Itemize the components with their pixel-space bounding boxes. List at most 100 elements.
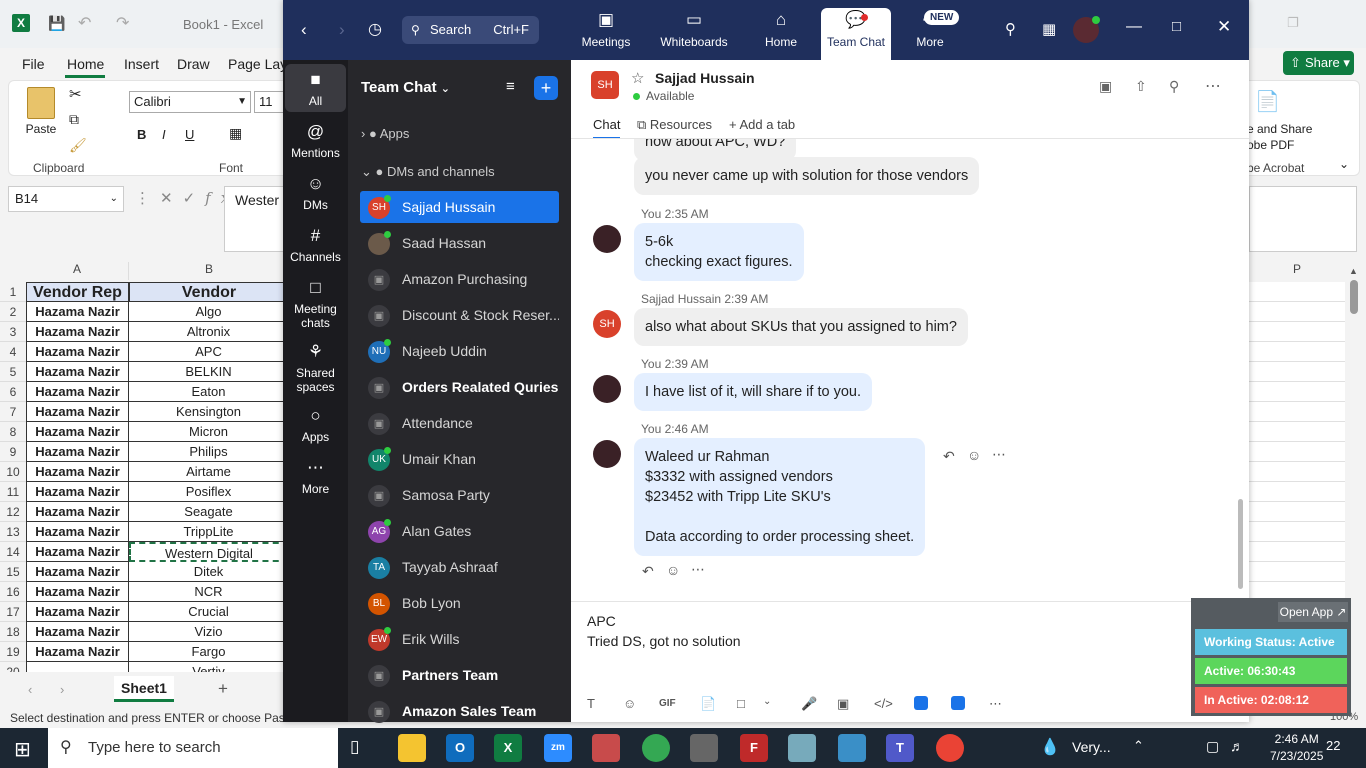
meeting-icon[interactable] bbox=[951, 696, 965, 710]
next-sheet-icon[interactable]: › bbox=[60, 682, 64, 697]
rail-item-apps[interactable]: ○ Apps bbox=[285, 406, 346, 444]
reply-icon[interactable]: ↶ bbox=[943, 448, 955, 465]
name-box[interactable]: B14 ⌄ bbox=[8, 186, 124, 212]
contact-avatar[interactable]: SH bbox=[591, 71, 619, 99]
nav-meetings[interactable]: ▣ Meetings bbox=[567, 8, 645, 60]
cell-vendor-rep[interactable]: Hazama Nazir bbox=[26, 502, 129, 522]
cell-vendor[interactable]: Vizio bbox=[129, 622, 284, 642]
back-icon[interactable]: ‹ bbox=[301, 20, 307, 40]
rail-item-dms[interactable]: ☺ DMs bbox=[285, 174, 346, 212]
windows-start-icon[interactable]: ⊞ bbox=[14, 737, 31, 762]
chat-list-item[interactable]: AG Alan Gates bbox=[360, 515, 559, 547]
row-header[interactable]: 3 bbox=[0, 322, 26, 342]
section-apps[interactable]: › ● Apps bbox=[361, 126, 409, 141]
nav-home[interactable]: ⌂ Home bbox=[742, 8, 820, 60]
paste-button[interactable]: Paste bbox=[23, 87, 59, 136]
menu-draw[interactable]: Draw bbox=[177, 56, 210, 72]
font-name-select[interactable]: Calibri ▼ bbox=[129, 91, 251, 113]
rail-item-mentions[interactable]: @ Mentions bbox=[285, 122, 346, 160]
share-button[interactable]: ⇧ Share ▾ bbox=[1283, 51, 1354, 75]
row-header[interactable]: 13 bbox=[0, 522, 26, 542]
file-explorer-icon[interactable] bbox=[398, 734, 426, 762]
sheet-tab-sheet1[interactable]: Sheet1 bbox=[114, 676, 174, 702]
app-icon[interactable] bbox=[788, 734, 816, 762]
code-icon[interactable]: </> bbox=[874, 696, 893, 711]
select-all-corner[interactable] bbox=[0, 262, 26, 280]
message-bubble[interactable]: you never came up with solution for thos… bbox=[634, 157, 980, 195]
contact-name[interactable]: Sajjad Hussain bbox=[655, 70, 755, 86]
italic-button[interactable]: I bbox=[162, 127, 166, 142]
filezilla-icon[interactable]: F bbox=[740, 734, 768, 762]
ribbon-collapse-icon[interactable]: ⌄ bbox=[1339, 157, 1349, 171]
row-header[interactable]: 1 bbox=[0, 282, 26, 302]
cell-vendor-rep[interactable]: Hazama Nazir bbox=[26, 622, 129, 642]
menu-file[interactable]: File bbox=[22, 56, 45, 72]
file-icon[interactable]: 📄 bbox=[700, 696, 716, 712]
save-icon[interactable]: 💾 bbox=[48, 15, 65, 32]
cell-vendor-rep[interactable]: Hazama Nazir bbox=[26, 562, 129, 582]
cell-vendor[interactable]: Kensington bbox=[129, 402, 284, 422]
chrome-icon[interactable] bbox=[936, 734, 964, 762]
maximize-icon[interactable]: □ bbox=[1172, 18, 1181, 35]
menu-home[interactable]: Home bbox=[67, 56, 104, 72]
cell-vendor[interactable]: Eaton bbox=[129, 382, 284, 402]
share-screen-icon[interactable]: ⇧ bbox=[1135, 78, 1147, 95]
chat-list-item[interactable]: UK Umair Khan bbox=[360, 443, 559, 475]
search-icon[interactable]: ⚲ bbox=[1169, 78, 1179, 95]
section-dms[interactable]: ⌄ ● DMs and channels bbox=[361, 164, 495, 180]
new-chat-button[interactable]: + bbox=[534, 76, 558, 100]
message-composer[interactable]: APC Tried DS, got no solution bbox=[587, 611, 1187, 651]
chrome-icon[interactable] bbox=[642, 734, 670, 762]
notification-count[interactable]: 22 bbox=[1326, 738, 1340, 753]
cell-vendor[interactable]: NCR bbox=[129, 582, 284, 602]
cell-vendor-rep[interactable]: Hazama Nazir bbox=[26, 302, 129, 322]
emoji-reaction-icon[interactable]: ☺ bbox=[666, 562, 680, 578]
chat-list-item[interactable]: NU Najeeb Uddin bbox=[360, 335, 559, 367]
header-cell-vendor-rep[interactable]: Vendor Rep bbox=[26, 282, 129, 302]
cell-vendor-rep[interactable] bbox=[26, 662, 129, 672]
cell-vendor[interactable]: BELKIN bbox=[129, 362, 284, 382]
undo-icon[interactable]: ↶ bbox=[78, 13, 91, 33]
teams-icon[interactable]: T bbox=[886, 734, 914, 762]
chat-list-item[interactable]: ▣ Attendance bbox=[360, 407, 559, 439]
message-bubble[interactable]: Waleed ur Rahman $3332 with assigned ven… bbox=[634, 438, 926, 556]
row-header[interactable]: 9 bbox=[0, 442, 26, 462]
header-cell-vendor[interactable]: Vendor bbox=[129, 282, 284, 302]
rail-item-meeting-chats[interactable]: □ Meeting chats bbox=[285, 278, 346, 330]
chevron-up-icon[interactable]: ⌃ bbox=[1133, 738, 1144, 754]
acrobat-pdf-icon[interactable]: 📄 bbox=[1255, 89, 1280, 114]
app-icon[interactable] bbox=[914, 696, 928, 710]
cell-vendor[interactable]: Vertiv bbox=[129, 662, 284, 672]
create-share-pdf-label[interactable]: e and Share obe PDF bbox=[1247, 121, 1312, 153]
calculator-icon[interactable] bbox=[690, 734, 718, 762]
emoji-icon[interactable]: ☺ bbox=[623, 696, 636, 711]
cell-vendor-rep[interactable]: Hazama Nazir bbox=[26, 442, 129, 462]
cell-vendor[interactable]: Fargo bbox=[129, 642, 284, 662]
bell-icon[interactable]: ⚲ bbox=[1005, 20, 1016, 38]
cell-vendor-rep[interactable]: Hazama Nazir bbox=[26, 642, 129, 662]
cell-vendor[interactable]: Ditek bbox=[129, 562, 284, 582]
taskbar-search-box[interactable]: ⚲ Type here to search bbox=[48, 728, 338, 768]
tab-chat[interactable]: Chat bbox=[593, 117, 621, 139]
cell-vendor[interactable]: Posiflex bbox=[129, 482, 284, 502]
scroll-up-icon[interactable]: ▲ bbox=[1349, 266, 1359, 276]
app-icon[interactable] bbox=[838, 734, 866, 762]
cell-vendor-rep[interactable]: Hazama Nazir bbox=[26, 382, 129, 402]
formula-input-right[interactable] bbox=[1249, 186, 1357, 252]
chat-list-item[interactable]: ▣ Discount & Stock Reser... bbox=[360, 299, 559, 331]
rail-item-shared-spaces[interactable]: ⚘ Shared spaces bbox=[285, 342, 346, 394]
row-header[interactable]: 14 bbox=[0, 542, 26, 562]
reply-icon[interactable]: ↶ bbox=[642, 563, 654, 580]
redo-icon[interactable]: ↷ bbox=[116, 13, 129, 33]
cell-vendor[interactable]: Algo bbox=[129, 302, 284, 322]
row-header[interactable]: 4 bbox=[0, 342, 26, 362]
cell-vendor-rep[interactable]: Hazama Nazir bbox=[26, 422, 129, 442]
more-actions-icon[interactable]: ⋯ bbox=[691, 561, 705, 578]
column-header-a[interactable]: A bbox=[26, 262, 129, 280]
cell-vendor-rep[interactable]: Hazama Nazir bbox=[26, 482, 129, 502]
row-header[interactable]: 12 bbox=[0, 502, 26, 522]
bold-button[interactable]: B bbox=[137, 127, 146, 142]
rail-item-all[interactable]: ■ All bbox=[285, 64, 346, 112]
underline-button[interactable]: U bbox=[185, 127, 194, 142]
maximize-icon[interactable]: ❐ bbox=[1287, 15, 1299, 31]
